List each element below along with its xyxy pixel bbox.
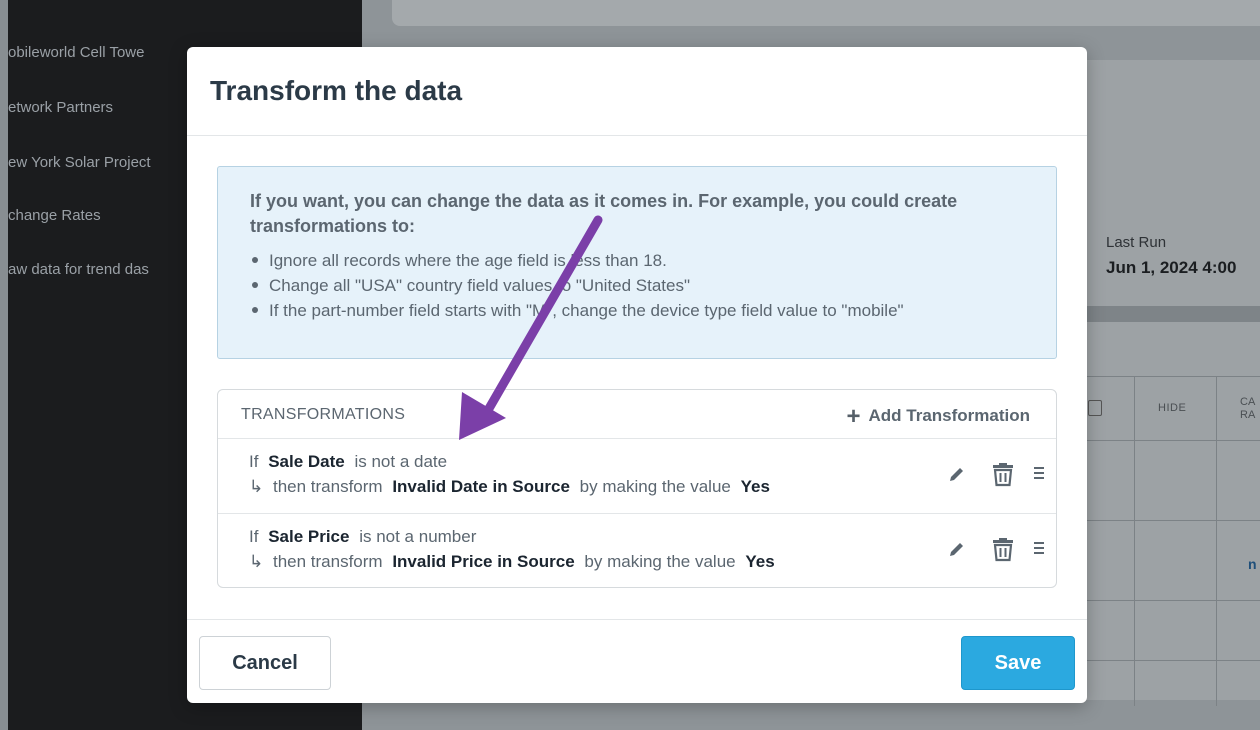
modal-footer: Cancel Save <box>187 619 1087 703</box>
last-run-label: Last Run <box>1106 234 1167 251</box>
then-text: then transform <box>272 552 383 571</box>
return-arrow-icon: ↳ <box>249 552 264 571</box>
condition-text: is not a number <box>359 527 477 546</box>
column-header-ca-line2: RA <box>1240 409 1256 421</box>
info-callout: If you want, you can change the data as … <box>217 166 1057 359</box>
example-list: Ignore all records where the age field i… <box>250 248 904 323</box>
transformations-heading: TRANSFORMATIONS <box>241 406 406 423</box>
if-word: If <box>249 527 259 546</box>
last-run-value: Jun 1, 2024 4:00 <box>1106 258 1237 277</box>
cancel-button[interactable]: Cancel <box>199 636 331 690</box>
modal-header: Transform the data <box>187 47 1087 136</box>
table-divider <box>1086 376 1260 377</box>
transformation-row: If Sale Price is not a number ↳ then tra… <box>218 514 1056 587</box>
table-divider <box>1086 600 1260 601</box>
plus-icon: + <box>846 403 861 430</box>
save-button[interactable]: Save <box>961 636 1075 690</box>
condition-line: If Sale Date is not a date <box>249 452 447 472</box>
table-divider <box>1086 440 1260 441</box>
column-header-ca[interactable]: CA RA <box>1240 396 1255 422</box>
trash-icon[interactable] <box>992 461 1014 487</box>
table-link[interactable]: n <box>1248 556 1257 572</box>
info-intro: If you want, you can change the data as … <box>250 191 958 236</box>
table-divider <box>1134 376 1135 706</box>
sidebar-item-dataset[interactable]: obileworld Cell Towe <box>8 44 198 61</box>
then-text: then transform <box>272 477 383 496</box>
transformations-panel: TRANSFORMATIONS + Add Transformation If S… <box>217 389 1057 588</box>
condition-line: If Sale Price is not a number <box>249 527 476 547</box>
background-card <box>392 0 1260 26</box>
bullet-icon <box>252 257 258 264</box>
condition-text: is not a date <box>354 452 448 471</box>
drag-handle-icon[interactable] <box>1032 540 1046 556</box>
row-actions <box>936 536 1056 566</box>
add-transformation-label: Add Transformation <box>868 406 1030 425</box>
return-arrow-icon: ↳ <box>249 477 264 496</box>
column-header-hide[interactable]: HIDE <box>1158 402 1186 414</box>
target-value: Yes <box>745 552 775 571</box>
target-value: Yes <box>740 477 770 496</box>
pencil-icon[interactable] <box>948 465 966 483</box>
target-field: Invalid Price in Source <box>392 552 575 571</box>
condition-field: Sale Price <box>268 527 350 546</box>
table-divider <box>1086 520 1260 521</box>
sidebar-item-dataset[interactable]: change Rates <box>8 207 198 224</box>
bullet-icon <box>252 307 258 314</box>
by-text: by making the value <box>584 552 736 571</box>
sidebar-item-dataset[interactable]: ew York Solar Project <box>8 154 198 171</box>
transformation-row: If Sale Date is not a date ↳ then transf… <box>218 439 1056 514</box>
table-divider <box>1086 660 1260 661</box>
condition-field: Sale Date <box>268 452 345 471</box>
target-field: Invalid Date in Source <box>392 477 570 496</box>
by-text: by making the value <box>579 477 731 496</box>
column-header-ca-line1: CA <box>1240 396 1256 408</box>
example-text: Change all "USA" country field values to… <box>269 276 691 295</box>
action-line: ↳ then transform Invalid Price in Source… <box>249 552 775 572</box>
example-text: If the part-number field starts with "M"… <box>269 301 904 320</box>
example-item: Ignore all records where the age field i… <box>250 248 904 273</box>
bullet-icon <box>252 282 258 289</box>
drag-handle-icon[interactable] <box>1032 465 1046 481</box>
sidebar-item-dataset[interactable]: etwork Partners <box>8 99 198 116</box>
if-word: If <box>249 452 259 471</box>
example-text: Ignore all records where the age field i… <box>269 251 667 270</box>
example-item: Change all "USA" country field values to… <box>250 273 904 298</box>
background-panel <box>1086 60 1260 700</box>
action-line: ↳ then transform Invalid Date in Source … <box>249 477 770 497</box>
example-item: If the part-number field starts with "M"… <box>250 298 904 323</box>
pencil-icon[interactable] <box>948 540 966 558</box>
select-all-checkbox[interactable] <box>1088 400 1102 416</box>
background-divider <box>1086 306 1260 322</box>
row-actions <box>936 461 1056 491</box>
trash-icon[interactable] <box>992 536 1014 562</box>
table-divider <box>1216 376 1217 706</box>
transform-modal: Transform the data If you want, you can … <box>187 47 1087 703</box>
add-transformation-button[interactable]: + Add Transformation <box>846 403 1030 431</box>
transformations-header: TRANSFORMATIONS + Add Transformation <box>218 390 1056 439</box>
sidebar-item-dataset[interactable]: aw data for trend das <box>8 261 198 278</box>
modal-title: Transform the data <box>210 75 463 106</box>
